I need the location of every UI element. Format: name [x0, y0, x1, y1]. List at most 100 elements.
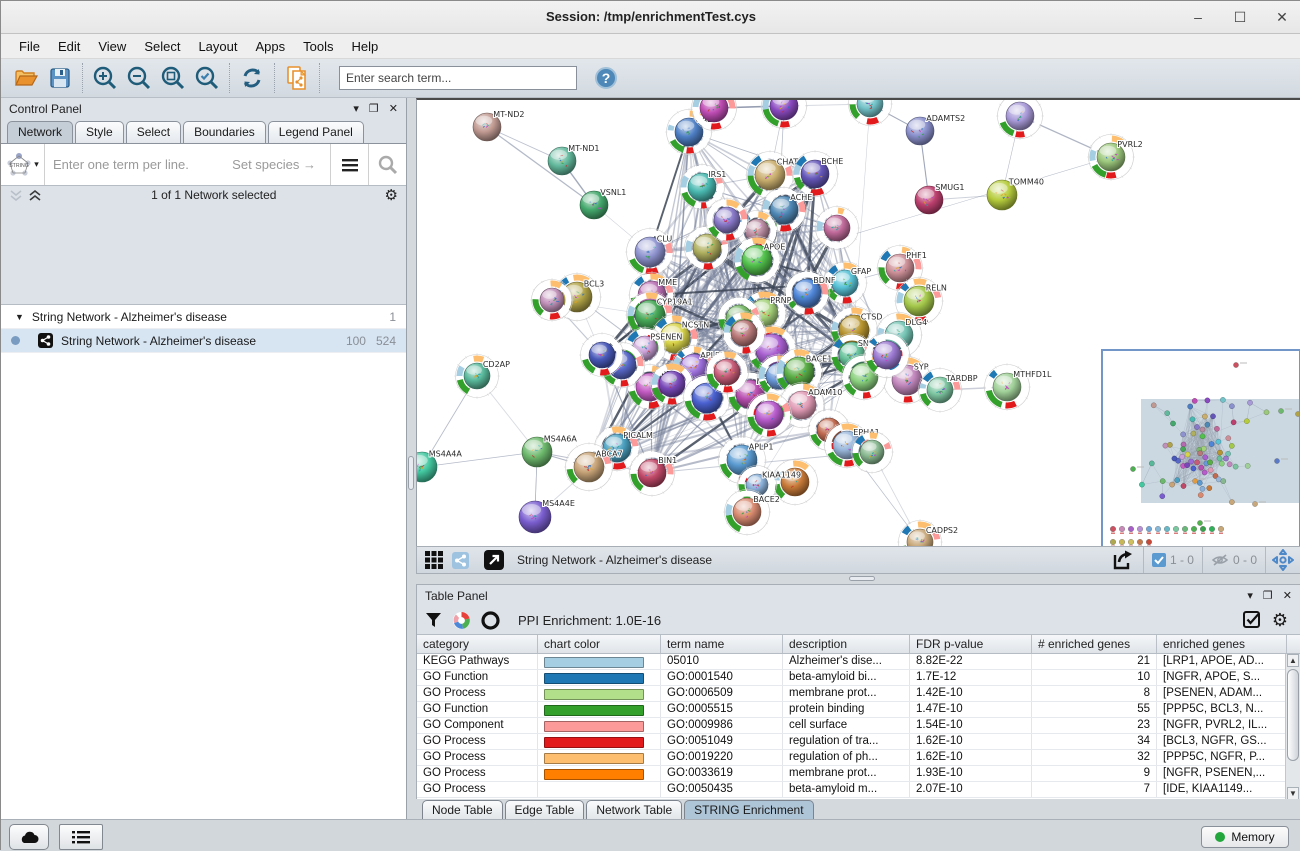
- birdseye-toggle[interactable]: [1265, 547, 1300, 573]
- tab-network-table[interactable]: Network Table: [586, 800, 682, 819]
- clone-network-button[interactable]: [280, 62, 314, 94]
- network-node[interactable]: VSNL1: [580, 188, 626, 219]
- tab-select[interactable]: Select: [126, 121, 181, 143]
- column-header-description[interactable]: description: [783, 635, 910, 653]
- table-scrollbar[interactable]: ▲ ▼: [1285, 654, 1300, 800]
- save-session-button[interactable]: [43, 62, 77, 94]
- network-node[interactable]: PHF1: [876, 244, 927, 292]
- string-protein-query-selector[interactable]: STRING ▾: [1, 144, 45, 185]
- menu-tools[interactable]: Tools: [295, 36, 341, 57]
- close-button[interactable]: ✕: [1271, 6, 1293, 28]
- float-panel-icon[interactable]: ❐: [369, 102, 379, 115]
- column-header-term-name[interactable]: term name: [661, 635, 783, 653]
- network-node[interactable]: SMUG1: [915, 183, 964, 214]
- table-row[interactable]: GO ProcessGO:0006509membrane prot...1.42…: [417, 686, 1300, 702]
- menu-layout[interactable]: Layout: [190, 36, 245, 57]
- table-row[interactable]: KEGG Pathways05010Alzheimer's dise...8.8…: [417, 654, 1300, 670]
- collapse-triangle-icon[interactable]: ▼: [15, 312, 24, 322]
- maximize-button[interactable]: ☐: [1229, 6, 1251, 28]
- menu-apps[interactable]: Apps: [248, 36, 294, 57]
- tab-boundaries[interactable]: Boundaries: [183, 121, 266, 143]
- panel-menu-icon[interactable]: ▾: [353, 102, 359, 115]
- network-row[interactable]: String Network - Alzheimer's disease 100…: [1, 329, 406, 353]
- filter-icon[interactable]: [425, 612, 442, 629]
- network-canvas[interactable]: MT-ND2MT-ND1VSNL1GAB2ADAMTS2IRS1CHATBCHE…: [416, 98, 1300, 546]
- zoom-out-button[interactable]: [122, 62, 156, 94]
- birdseye-view[interactable]: [1101, 349, 1300, 546]
- table-row[interactable]: GO ProcessGO:0033619membrane prot...1.93…: [417, 766, 1300, 782]
- help-button[interactable]: ?: [589, 62, 623, 94]
- network-node[interactable]: PVRL2: [1087, 133, 1143, 181]
- table-row[interactable]: GO FunctionGO:0005515protein binding1.47…: [417, 702, 1300, 718]
- eye-hidden-icon[interactable]: [1211, 553, 1229, 567]
- search-input[interactable]: [339, 66, 577, 90]
- memory-button[interactable]: Memory: [1201, 826, 1289, 848]
- zoom-selected-button[interactable]: [190, 62, 224, 94]
- pie-chart-icon[interactable]: [452, 611, 471, 630]
- network-node[interactable]: MTHFD1L: [983, 363, 1052, 411]
- splitter-handle[interactable]: [408, 456, 414, 490]
- task-history-button[interactable]: [59, 824, 103, 850]
- tab-node-table[interactable]: Node Table: [422, 800, 503, 819]
- scrollbar-thumb[interactable]: [1287, 669, 1299, 761]
- query-search-button[interactable]: [368, 144, 406, 185]
- expand-all-icon[interactable]: [28, 189, 43, 202]
- network-node[interactable]: [996, 100, 1044, 140]
- table-row[interactable]: GO ProcessGO:0051049regulation of tra...…: [417, 734, 1300, 750]
- cloud-tasks-button[interactable]: [9, 824, 49, 850]
- export-network-button[interactable]: [1111, 548, 1137, 572]
- ring-chart-icon[interactable]: [481, 611, 500, 630]
- table-row[interactable]: GO ProcessGO:0019220regulation of ph...1…: [417, 750, 1300, 766]
- network-node[interactable]: MS4A4E: [519, 499, 575, 533]
- network-node[interactable]: MT-ND1: [548, 144, 599, 175]
- select-columns-icon[interactable]: [1243, 611, 1262, 630]
- network-node[interactable]: CD2AP: [454, 353, 510, 399]
- network-node[interactable]: MT-ND2: [473, 110, 524, 141]
- panel-menu-icon[interactable]: ▾: [1247, 589, 1253, 602]
- menu-file[interactable]: File: [11, 36, 48, 57]
- tab-style[interactable]: Style: [75, 121, 124, 143]
- menu-select[interactable]: Select: [136, 36, 188, 57]
- column-header--enriched-genes[interactable]: # enriched genes: [1032, 635, 1157, 653]
- network-node[interactable]: ABCA7: [564, 442, 623, 492]
- menu-help[interactable]: Help: [344, 36, 387, 57]
- detach-view-button[interactable]: [481, 548, 507, 572]
- network-collection-row[interactable]: ▼ String Network - Alzheimer's disease 1: [1, 305, 406, 329]
- string-view-button[interactable]: [447, 548, 473, 572]
- grid-view-button[interactable]: [421, 548, 447, 572]
- tab-legend-panel[interactable]: Legend Panel: [268, 121, 364, 143]
- table-settings-gear-icon[interactable]: ⚙: [1272, 610, 1288, 631]
- column-header-fdr-p-value[interactable]: FDR p-value: [910, 635, 1032, 653]
- tab-string-enrichment[interactable]: STRING Enrichment: [684, 800, 813, 819]
- float-panel-icon[interactable]: ❐: [1263, 589, 1273, 602]
- table-row[interactable]: GO ProcessGO:0050435beta-amyloid m...2.0…: [417, 782, 1300, 798]
- network-node[interactable]: [847, 100, 893, 127]
- zoom-fit-button[interactable]: [156, 62, 190, 94]
- horizontal-splitter[interactable]: [416, 574, 1300, 584]
- vertical-splitter[interactable]: [407, 98, 416, 819]
- splitter-handle[interactable]: [849, 576, 875, 581]
- close-panel-icon[interactable]: ✕: [1283, 589, 1292, 602]
- menu-edit[interactable]: Edit: [50, 36, 88, 57]
- scroll-up-arrow[interactable]: ▲: [1287, 654, 1299, 667]
- tab-edge-table[interactable]: Edge Table: [505, 800, 585, 819]
- column-header-chart-color[interactable]: chart color: [538, 635, 661, 653]
- species-hint[interactable]: Set species →: [232, 157, 316, 172]
- table-row[interactable]: GO FunctionGO:0001540beta-amyloid bi...1…: [417, 670, 1300, 686]
- network-node[interactable]: MS4A4A: [417, 450, 462, 483]
- network-node[interactable]: BACE2: [723, 488, 780, 536]
- string-query-input[interactable]: Enter one term per line. Set species →: [45, 144, 330, 185]
- close-panel-icon[interactable]: ✕: [389, 102, 398, 115]
- column-header-enriched-genes[interactable]: enriched genes: [1157, 635, 1287, 653]
- query-options-button[interactable]: [330, 144, 368, 185]
- network-node[interactable]: TOMM40: [987, 178, 1044, 211]
- minimize-button[interactable]: –: [1187, 6, 1209, 28]
- network-node[interactable]: [760, 100, 808, 130]
- zoom-in-button[interactable]: [88, 62, 122, 94]
- collapse-all-icon[interactable]: [9, 189, 24, 202]
- menu-view[interactable]: View: [90, 36, 134, 57]
- tab-network[interactable]: Network: [7, 121, 73, 143]
- network-options-gear-icon[interactable]: ⚙: [385, 186, 398, 204]
- table-row[interactable]: GO ComponentGO:0009986cell surface1.54E-…: [417, 718, 1300, 734]
- refresh-button[interactable]: [235, 62, 269, 94]
